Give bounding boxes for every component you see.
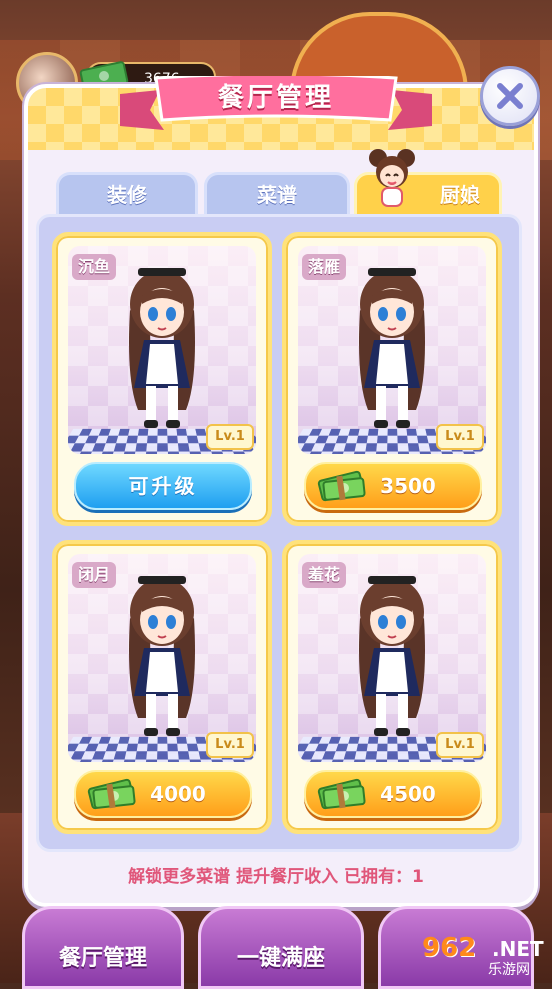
chef-name: 羞花 — [302, 562, 347, 588]
button-label: 可升级 — [128, 474, 198, 498]
bottom-fill-seats-button[interactable]: 一键满座 — [198, 906, 364, 989]
tab-recipes[interactable]: 菜谱 — [204, 172, 350, 215]
maid-character-icon — [129, 268, 195, 428]
maid-character-icon — [359, 268, 425, 428]
button-label: 4500 — [380, 782, 436, 806]
owned-count: 1 — [412, 867, 424, 887]
cash-icon — [87, 778, 136, 810]
chef-card[interactable]: 落雁 Lv.1 3500 — [282, 232, 502, 526]
unlock-cost-button[interactable]: 3500 — [304, 462, 482, 510]
level-badge: Lv.1 — [436, 732, 484, 758]
watermark-number: 962 — [422, 933, 477, 963]
level-badge: Lv.1 — [436, 424, 484, 450]
chef-card[interactable]: 沉鱼 Lv.1 可升级 — [52, 232, 272, 526]
bottom-restaurant-management-button[interactable]: 餐厅管理 — [22, 906, 184, 989]
footer-text: 解锁更多菜谱 提升餐厅收入 已拥有： — [128, 867, 412, 887]
cash-icon — [317, 470, 366, 502]
tab-label: 厨娘 — [440, 183, 480, 207]
chef-card[interactable]: 闭月 Lv.1 4000 — [52, 540, 272, 834]
watermark-net: .NET — [492, 937, 544, 961]
unlock-cost-button[interactable]: 4500 — [304, 770, 482, 818]
tab-label: 装修 — [107, 183, 147, 207]
level-badge: Lv.1 — [206, 424, 254, 450]
close-icon — [497, 83, 523, 109]
footer-note: 解锁更多菜谱 提升餐厅收入 已拥有：1 — [0, 862, 552, 887]
button-label: 3500 — [380, 474, 436, 498]
chef-name: 落雁 — [302, 254, 347, 280]
level-badge: Lv.1 — [206, 732, 254, 758]
chef-portrait: 沉鱼 Lv.1 — [68, 246, 256, 454]
site-watermark: 962 .NET 乐游网 — [412, 933, 544, 978]
button-label: 4000 — [150, 782, 206, 806]
bottom-button-label: 餐厅管理 — [58, 946, 147, 971]
chef-portrait: 落雁 Lv.1 — [298, 246, 486, 454]
chef-girl-icon — [369, 149, 415, 207]
tab-label: 菜谱 — [257, 183, 297, 207]
chef-name: 沉鱼 — [72, 254, 117, 280]
tab-decoration[interactable]: 装修 — [56, 172, 198, 215]
upgrade-button[interactable]: 可升级 — [74, 462, 252, 510]
unlock-cost-button[interactable]: 4000 — [74, 770, 252, 818]
close-button[interactable] — [480, 66, 540, 126]
chef-portrait: 羞花 Lv.1 — [298, 554, 486, 762]
dialog-title: 餐厅管理 — [217, 83, 334, 113]
title-ribbon: 餐厅管理 — [120, 72, 432, 140]
chef-card[interactable]: 羞花 Lv.1 4500 — [282, 540, 502, 834]
watermark-sub: 乐游网 — [488, 962, 530, 978]
bottom-button-label: 一键满座 — [236, 946, 325, 971]
maid-character-icon — [129, 576, 195, 736]
chef-portrait: 闭月 Lv.1 — [68, 554, 256, 762]
maid-character-icon — [359, 576, 425, 736]
chef-name: 闭月 — [72, 562, 117, 588]
cash-icon — [317, 778, 366, 810]
